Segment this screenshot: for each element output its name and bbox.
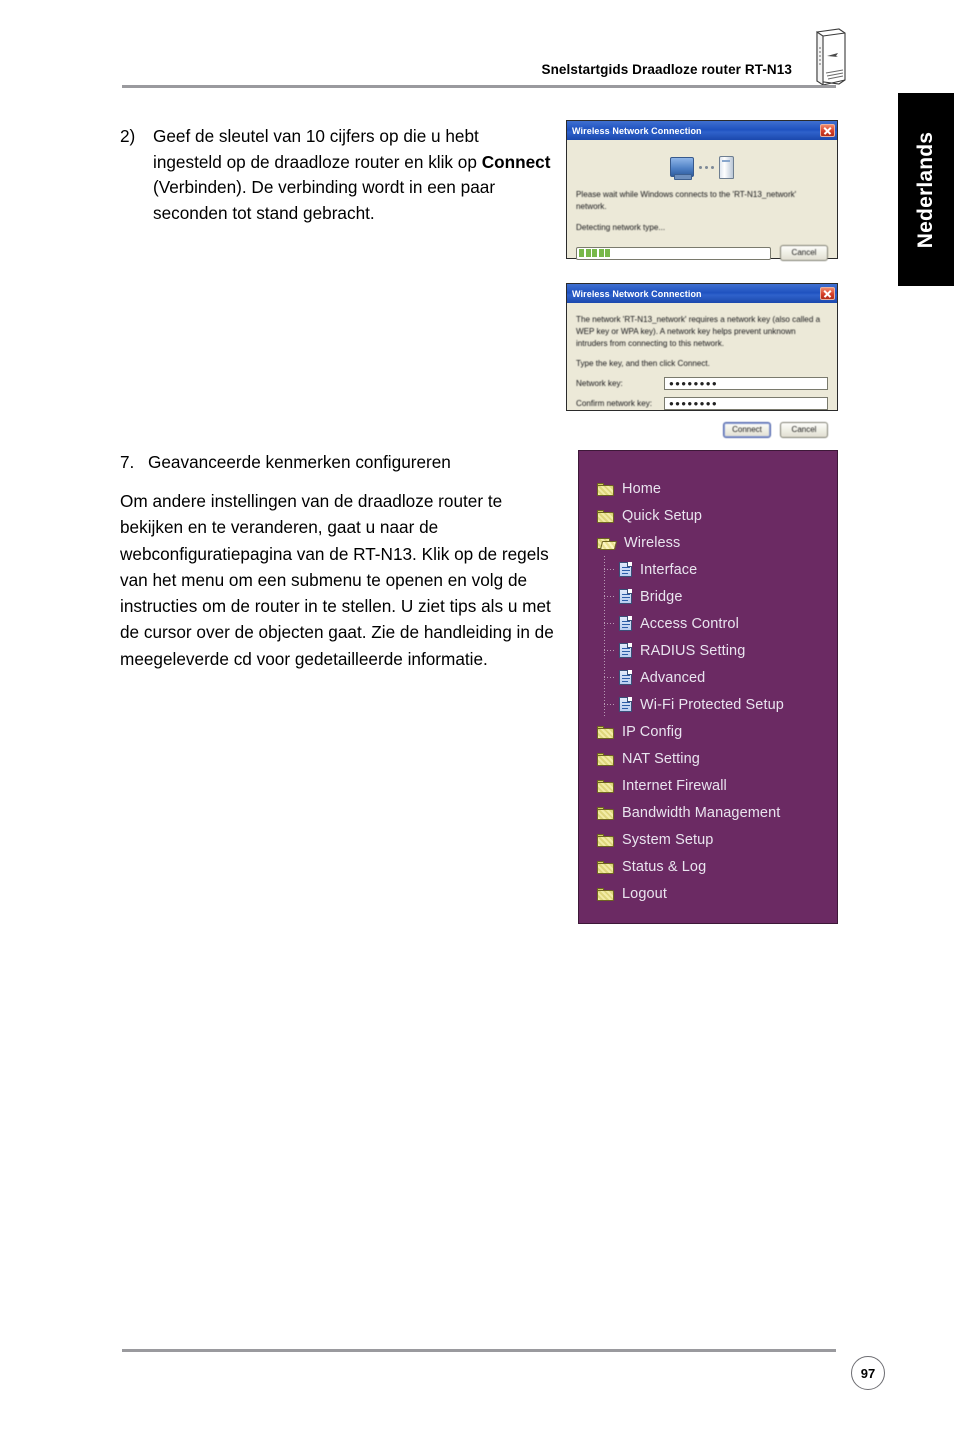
closed-folder-icon	[597, 833, 614, 847]
menu-item-label: Advanced	[640, 669, 706, 686]
menu-item-radius-setting[interactable]: RADIUS Setting	[597, 637, 837, 664]
dialog-title: Wireless Network Connection	[572, 288, 702, 299]
router-device-icon	[805, 28, 851, 90]
tree-connector-elbow	[604, 677, 615, 678]
menu-item-label: Bandwidth Management	[622, 804, 781, 821]
page-icon	[619, 562, 632, 577]
wireless-network-connection-progress-dialog: Wireless Network Connection Please wait …	[566, 120, 838, 261]
language-tab-label: Nederlands	[914, 131, 937, 248]
menu-item-quick-setup[interactable]: Quick Setup	[597, 502, 837, 529]
menu-item-system-setup[interactable]: System Setup	[597, 826, 837, 853]
connect-button[interactable]: Connect	[723, 422, 771, 438]
connection-progress-bar	[576, 246, 771, 260]
header-divider	[122, 85, 836, 88]
section-7-heading: 7. Geavanceerde kenmerken configureren	[120, 450, 552, 475]
connection-graphic	[576, 149, 828, 185]
language-tab-nederlands: Nederlands	[898, 93, 954, 286]
menu-item-label: Quick Setup	[622, 507, 703, 524]
tree-connector-elbow	[604, 704, 615, 705]
menu-item-label: Logout	[622, 885, 667, 902]
closed-folder-icon	[597, 509, 614, 523]
section-7-title-text: Geavanceerde kenmerken configureren	[148, 452, 451, 472]
connecting-message: Please wait while Windows connects to th…	[576, 190, 797, 211]
confirm-network-key-input[interactable]: ●●●●●●●●	[664, 397, 828, 410]
menu-item-wireless[interactable]: Wireless	[597, 529, 837, 556]
step-2-text-before: Geef de sleutel van 10 cijfers op die u …	[153, 126, 482, 172]
menu-item-access-control[interactable]: Access Control	[597, 610, 837, 637]
menu-item-wi-fi-protected-setup[interactable]: Wi-Fi Protected Setup	[597, 691, 837, 718]
menu-item-interface[interactable]: Interface	[597, 556, 837, 583]
page-icon	[619, 670, 632, 685]
menu-item-label: System Setup	[622, 831, 714, 848]
step-2-bold-term: Connect	[481, 151, 551, 172]
menu-item-label: Status & Log	[622, 858, 707, 875]
menu-item-advanced[interactable]: Advanced	[597, 664, 837, 691]
menu-item-bandwidth-management[interactable]: Bandwidth Management	[597, 799, 837, 826]
page-number: 97	[851, 1356, 885, 1390]
page-icon	[619, 697, 632, 712]
page-icon	[619, 643, 632, 658]
dialog-title: Wireless Network Connection	[572, 125, 702, 136]
network-key-input[interactable]: ●●●●●●●●	[664, 377, 828, 390]
menu-item-label: Interface	[640, 561, 698, 578]
menu-item-logout[interactable]: Logout	[597, 880, 837, 907]
dialog-titlebar: Wireless Network Connection	[567, 121, 837, 140]
connection-dots-icon	[699, 165, 714, 169]
menu-item-bridge[interactable]: Bridge	[597, 583, 837, 610]
menu-item-status-log[interactable]: Status & Log	[597, 853, 837, 880]
step-2-number: 2)	[120, 126, 136, 146]
tree-connector-elbow	[604, 623, 615, 624]
menu-item-label: Home	[622, 480, 662, 497]
network-key-label: Network key:	[576, 378, 623, 388]
menu-item-label: Wi-Fi Protected Setup	[640, 696, 784, 713]
confirm-network-key-label: Confirm network key:	[576, 398, 653, 408]
closed-folder-icon	[597, 482, 614, 496]
cancel-button[interactable]: Cancel	[780, 422, 828, 438]
menu-item-ip-config[interactable]: IP Config	[597, 718, 837, 745]
open-folder-icon	[597, 536, 616, 550]
menu-item-label: Internet Firewall	[622, 777, 727, 794]
tree-connector-elbow	[604, 650, 615, 651]
closed-folder-icon	[597, 860, 614, 874]
wireless-network-key-dialog: Wireless Network Connection The network …	[566, 283, 838, 438]
connecting-status: Detecting network type...	[576, 223, 666, 232]
close-icon[interactable]	[820, 287, 835, 300]
router-web-configuration-menu: Home Quick Setup Wireless Interface Bridge Ac…	[578, 450, 838, 924]
menu-item-nat-setting[interactable]: NAT Setting	[597, 745, 837, 772]
section-7-number: 7.	[120, 452, 135, 472]
page-icon	[619, 589, 632, 604]
closed-folder-icon	[597, 752, 614, 766]
menu-item-label: IP Config	[622, 723, 683, 740]
menu-item-label: Wireless	[624, 534, 681, 551]
confirm-network-key-row: Confirm network key: ●●●●●●●●	[576, 397, 828, 410]
footer-divider	[122, 1349, 836, 1352]
computer-icon	[670, 157, 694, 180]
page-icon	[619, 616, 632, 631]
cancel-button[interactable]: Cancel	[780, 245, 828, 261]
tree-connector-elbow	[604, 569, 615, 570]
step-2-paragraph: 2) Geef de sleutel van 10 cijfers op die…	[120, 124, 552, 226]
tree-connector-elbow	[604, 596, 615, 597]
section-7-body-text: Om andere instellingen van de draadloze …	[120, 491, 554, 669]
step-2-text-after: (Verbinden). De verbinding wordt in een …	[153, 177, 496, 223]
closed-folder-icon	[597, 806, 614, 820]
page-header-title: Snelstartgids Draadloze router RT-N13	[541, 62, 792, 77]
closed-folder-icon	[597, 887, 614, 901]
menu-item-home[interactable]: Home	[597, 475, 837, 502]
menu-item-label: RADIUS Setting	[640, 642, 746, 659]
close-icon[interactable]	[820, 124, 835, 137]
menu-item-label: NAT Setting	[622, 750, 700, 767]
closed-folder-icon	[597, 779, 614, 793]
access-point-icon	[719, 155, 734, 179]
network-key-message: The network 'RT-N13_network' requires a …	[576, 315, 821, 348]
menu-item-label: Bridge	[640, 588, 683, 605]
menu-item-internet-firewall[interactable]: Internet Firewall	[597, 772, 837, 799]
network-key-row: Network key: ●●●●●●●●	[576, 377, 828, 390]
dialog-titlebar: Wireless Network Connection	[567, 284, 837, 303]
network-key-instruction: Type the key, and then click Connect.	[576, 359, 710, 368]
closed-folder-icon	[597, 725, 614, 739]
menu-item-label: Access Control	[640, 615, 739, 632]
